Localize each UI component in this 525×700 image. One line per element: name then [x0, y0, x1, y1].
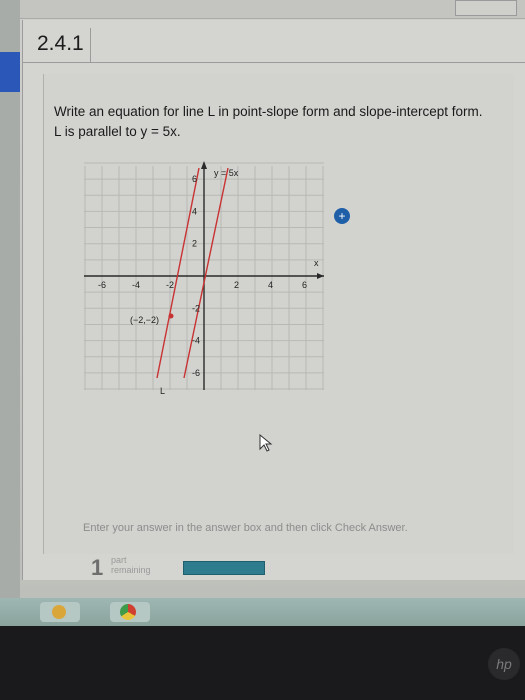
y-axis-arrow	[201, 161, 207, 169]
parts-count: 1	[91, 555, 104, 580]
left-sidebar	[0, 0, 20, 598]
top-right-box	[455, 0, 517, 16]
parts-label: part remaining	[111, 555, 151, 575]
instruction-line-2: L is parallel to y = 5x.	[54, 124, 181, 139]
y-tick-label: -2	[192, 303, 200, 313]
top-strip	[20, 0, 525, 19]
point-label: (−2,−2)	[130, 315, 159, 325]
line-label-y5x: y = 5x	[214, 168, 239, 178]
x-tick-label: -4	[132, 280, 140, 290]
chrome-icon	[120, 604, 136, 620]
coordinate-graph: y = 5x L (−2,−2) x -6 -4 -2 2 4 6 6 4 2 -2 -4 -6	[84, 161, 324, 396]
progress-bar	[183, 561, 265, 575]
screen: 2.4.1 Write an equation for line L in po…	[0, 0, 525, 598]
y-tick-label: 2	[192, 239, 197, 249]
sidebar-accent	[0, 52, 20, 92]
parts-label-part: part	[111, 555, 127, 565]
instruction-line-1: Write an equation for line L in point-sl…	[54, 104, 483, 119]
question-panel: 2.4.1 Write an equation for line L in po…	[22, 20, 525, 580]
pointer-cursor-icon	[259, 433, 273, 457]
monitor-bezel: hp	[0, 626, 525, 700]
taskbar	[0, 598, 525, 626]
x-tick-label: -2	[166, 280, 174, 290]
question-header: 2.4.1	[23, 20, 525, 63]
answer-hint: Enter your answer in the answer box and …	[83, 522, 408, 534]
y-tick-label: 4	[192, 206, 197, 216]
y-tick-label: -4	[192, 336, 200, 346]
point-marker	[168, 313, 174, 319]
x-tick-label: 4	[268, 280, 273, 290]
browser-icon	[52, 605, 66, 619]
line-L	[156, 167, 200, 379]
question-number: 2.4.1	[31, 28, 91, 62]
x-tick-label: 2	[234, 280, 239, 290]
x-tick-label: -6	[98, 280, 106, 290]
taskbar-item-browser[interactable]	[40, 602, 80, 622]
zoom-icon[interactable]: +	[334, 208, 350, 224]
x-axis-label: x	[314, 258, 319, 268]
y-tick-label: 6	[192, 174, 197, 184]
hp-logo-icon: hp	[488, 648, 520, 680]
parts-label-remaining: remaining	[111, 565, 151, 575]
line-label-L: L	[160, 386, 165, 396]
y-tick-label: -6	[192, 368, 200, 378]
question-content: Write an equation for line L in point-sl…	[43, 74, 514, 554]
x-tick-label: 6	[302, 280, 307, 290]
